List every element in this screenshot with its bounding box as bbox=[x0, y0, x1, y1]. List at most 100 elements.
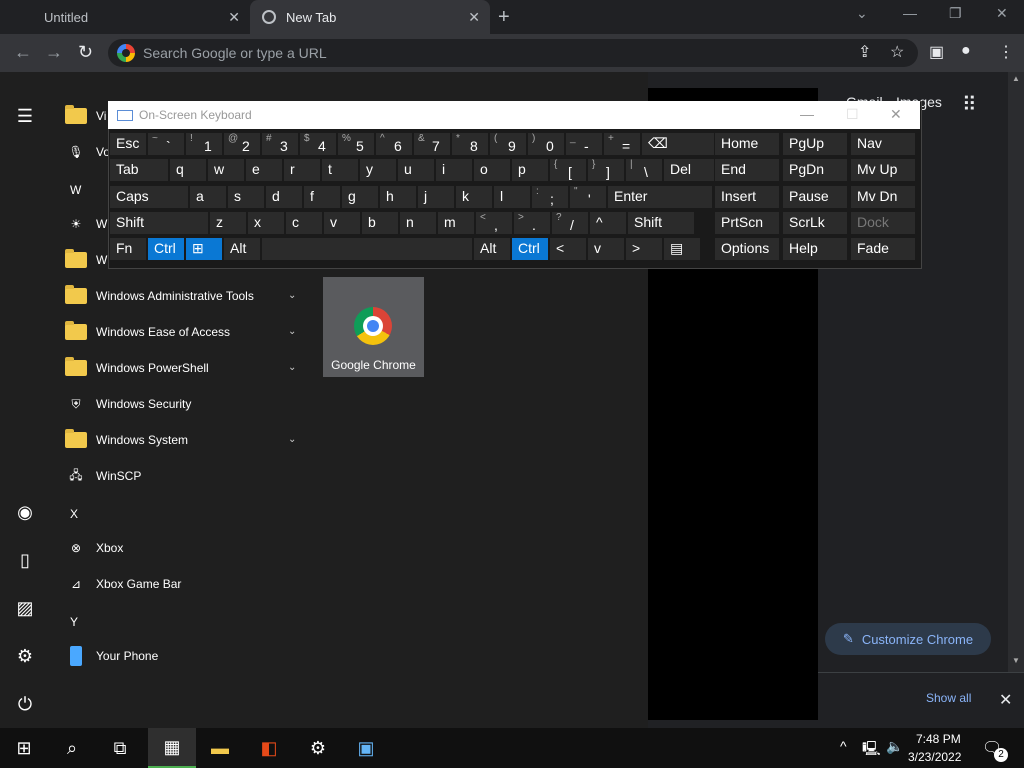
osk-key[interactable]: v bbox=[323, 211, 361, 235]
osk-key[interactable]: i bbox=[435, 158, 473, 182]
osk-key[interactable]: v bbox=[587, 237, 625, 261]
star-icon[interactable]: ☆ bbox=[890, 42, 904, 62]
osk-nav-key[interactable]: Dock bbox=[850, 211, 916, 235]
app-item-winscp[interactable]: 🖧 WinSCP bbox=[64, 458, 141, 494]
osk-key[interactable]: f bbox=[303, 185, 341, 209]
osk-key[interactable]: Shift bbox=[627, 211, 695, 235]
app-item-xbox[interactable]: ⊗ Xbox bbox=[64, 530, 123, 566]
osk-key[interactable]: c bbox=[285, 211, 323, 235]
section-letter-w[interactable]: W bbox=[70, 183, 81, 197]
search-icon[interactable]: ⌕ bbox=[48, 728, 96, 768]
osk-key[interactable]: Tab bbox=[109, 158, 169, 182]
osk-key[interactable]: _ - bbox=[565, 132, 603, 156]
osk-key[interactable]: l bbox=[493, 185, 531, 209]
osk-key[interactable]: ! 1 bbox=[185, 132, 223, 156]
remote-desktop-icon[interactable]: ▣ bbox=[342, 728, 390, 768]
scroll-down-icon[interactable]: ▼ bbox=[1012, 656, 1020, 665]
osk-key[interactable]: Esc bbox=[109, 132, 147, 156]
osk-key[interactable]: q bbox=[169, 158, 207, 182]
osk-nav-key[interactable]: Pause bbox=[782, 185, 848, 209]
osk-key[interactable]: Enter bbox=[607, 185, 713, 209]
app-item-weather[interactable]: ☀ W bbox=[64, 206, 108, 242]
osk-key[interactable]: * 8 bbox=[451, 132, 489, 156]
osk-key[interactable]: {[ bbox=[549, 158, 587, 182]
osk-nav-key[interactable]: PgDn bbox=[782, 158, 848, 182]
osk-key[interactable]: #3 bbox=[261, 132, 299, 156]
osk-nav-key[interactable]: Fade bbox=[850, 237, 916, 261]
osk-nav-key[interactable]: Mv Up bbox=[850, 158, 916, 182]
app-item-windows-powershell[interactable]: Windows PowerShell bbox=[64, 350, 209, 386]
new-tab-plus-icon[interactable]: + bbox=[498, 6, 510, 29]
osk-key[interactable]: k bbox=[455, 185, 493, 209]
app-item-windows-system[interactable]: Windows System bbox=[64, 422, 188, 458]
osk-key[interactable]: <, bbox=[475, 211, 513, 235]
volume-icon[interactable]: 🔈 bbox=[886, 738, 903, 755]
customize-chrome-button[interactable]: ✎ Customize Chrome bbox=[825, 623, 991, 655]
power-icon[interactable]: ⏻ bbox=[13, 694, 37, 715]
account-icon[interactable]: ◉ bbox=[13, 502, 37, 523]
tray-chevron-up-icon[interactable]: ^ bbox=[840, 738, 847, 754]
osk-key[interactable]: (9 bbox=[489, 132, 527, 156]
clock-time[interactable]: 7:48 PM bbox=[916, 732, 961, 746]
osk-close-icon[interactable]: ✕ bbox=[890, 106, 902, 123]
osk-nav-key[interactable]: End bbox=[714, 158, 780, 182]
osk-key[interactable]: Ctrl bbox=[511, 237, 549, 261]
app-item-windows-ease-of-access[interactable]: Windows Ease of Access bbox=[64, 314, 230, 350]
share-icon[interactable]: ⇪ bbox=[858, 42, 871, 62]
osk-key[interactable]: d bbox=[265, 185, 303, 209]
network-icon[interactable]: 🖳 bbox=[862, 738, 881, 762]
office-icon[interactable]: ◧ bbox=[245, 728, 293, 768]
osk-nav-key[interactable]: Options bbox=[714, 237, 780, 261]
scroll-up-icon[interactable]: ▲ bbox=[1012, 74, 1020, 83]
osk-key[interactable]: $4 bbox=[299, 132, 337, 156]
app-item-xbox-game-bar[interactable]: ⊿ Xbox Game Bar bbox=[64, 566, 181, 602]
scrollbar[interactable] bbox=[1008, 72, 1024, 672]
osk-maximize-icon[interactable]: ☐ bbox=[846, 106, 859, 123]
osk-key[interactable]: Del bbox=[663, 158, 719, 182]
profile-icon[interactable]: ● bbox=[961, 42, 971, 60]
section-letter-x[interactable]: X bbox=[70, 507, 78, 521]
osk-minimize-icon[interactable]: — bbox=[800, 106, 814, 122]
hamburger-icon[interactable]: ☰ bbox=[13, 106, 37, 127]
osk-key[interactable]: ? / bbox=[551, 211, 589, 235]
osk-key[interactable]: t bbox=[321, 158, 359, 182]
osk-key[interactable]: Alt bbox=[473, 237, 511, 261]
osk-key[interactable]: y bbox=[359, 158, 397, 182]
osk-key[interactable]: + = bbox=[603, 132, 641, 156]
osk-key[interactable]: ^ bbox=[589, 211, 627, 235]
osk-key[interactable]: n bbox=[399, 211, 437, 235]
osk-key[interactable]: % 5 bbox=[337, 132, 375, 156]
settings-icon[interactable]: ⚙ bbox=[294, 728, 342, 768]
pictures-icon[interactable]: ▨ bbox=[13, 598, 37, 619]
osk-nav-key[interactable]: Insert bbox=[714, 185, 780, 209]
app-item-w-folder[interactable]: W bbox=[64, 242, 107, 278]
section-letter-y[interactable]: Y bbox=[70, 615, 78, 629]
osk-key[interactable]: | \ bbox=[625, 158, 663, 182]
show-all-link[interactable]: Show all bbox=[926, 691, 971, 705]
osk-key[interactable]: @2 bbox=[223, 132, 261, 156]
osk-key[interactable]: Ctrl bbox=[147, 237, 185, 261]
osk-key[interactable]: & 7 bbox=[413, 132, 451, 156]
chevron-down-icon[interactable]: ⌄ bbox=[288, 326, 296, 337]
documents-icon[interactable]: ▯ bbox=[13, 550, 37, 571]
osk-key[interactable]: m bbox=[437, 211, 475, 235]
osk-key[interactable]: Fn bbox=[109, 237, 147, 261]
osk-key[interactable]: j bbox=[417, 185, 455, 209]
reload-icon[interactable]: ↻ bbox=[78, 42, 93, 63]
osk-key[interactable]: >. bbox=[513, 211, 551, 235]
close-icon[interactable]: ✕ bbox=[228, 9, 240, 26]
task-view-icon[interactable]: ⧉ bbox=[96, 728, 144, 768]
omnibox[interactable]: Search Google or type a URL bbox=[108, 39, 918, 67]
osk-key[interactable]: ~ ` bbox=[147, 132, 185, 156]
osk-nav-key[interactable]: PrtScn bbox=[714, 211, 780, 235]
tab-search-chevron-icon[interactable]: ⌄ bbox=[856, 5, 868, 22]
minimize-icon[interactable]: — bbox=[903, 5, 917, 21]
back-arrow-icon[interactable]: ← bbox=[14, 42, 32, 63]
osk-key[interactable]: ⊞ bbox=[185, 237, 223, 261]
taskbar-chrome-grid-icon[interactable]: ▦ bbox=[148, 728, 196, 768]
osk-key[interactable]: > bbox=[625, 237, 663, 261]
app-item-vi[interactable]: Vi bbox=[64, 98, 106, 134]
clock-date[interactable]: 3/23/2022 bbox=[908, 750, 961, 764]
osk-key[interactable]: Shift bbox=[109, 211, 209, 235]
app-item-your-phone[interactable]: Your Phone bbox=[64, 638, 158, 674]
